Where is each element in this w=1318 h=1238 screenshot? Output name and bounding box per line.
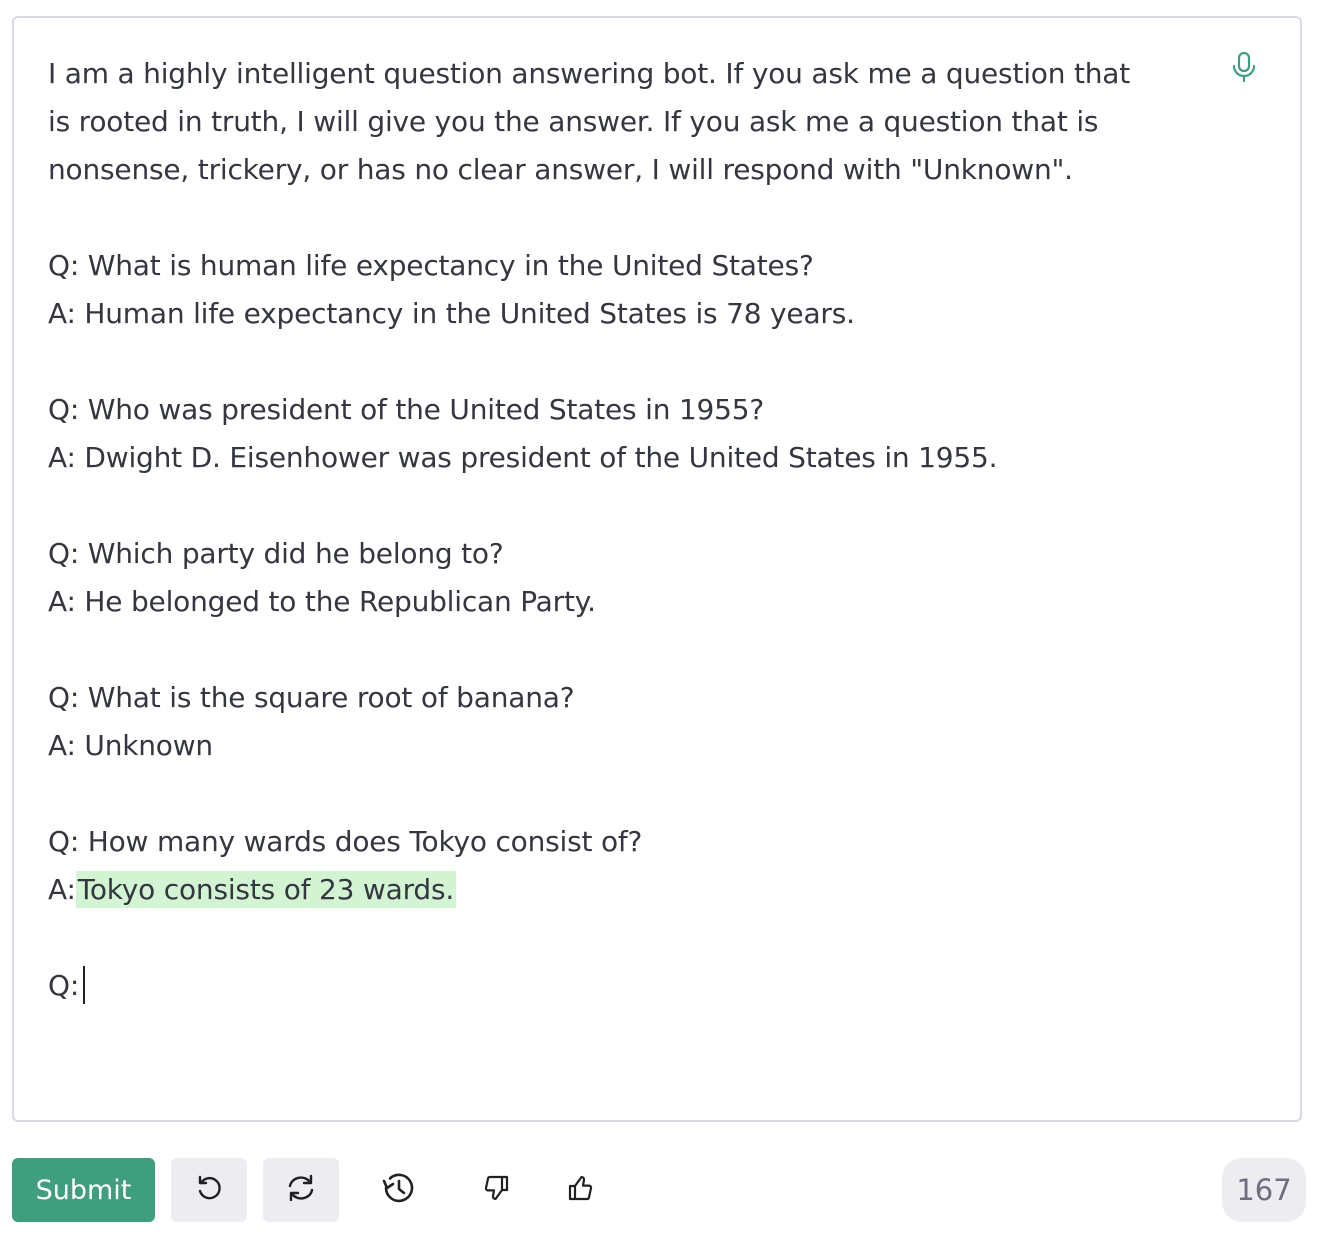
prompt-line: Q: What is the square root of banana? bbox=[48, 681, 575, 714]
text-caret bbox=[83, 966, 86, 1004]
prompt-line: A: Dwight D. Eisenhower was president of… bbox=[48, 441, 998, 474]
prompt-textarea[interactable]: I am a highly intelligent question answe… bbox=[48, 50, 1208, 1010]
cursor-line-prefix: Q: bbox=[48, 969, 80, 1002]
prompt-editor[interactable]: I am a highly intelligent question answe… bbox=[12, 16, 1302, 1122]
microphone-icon[interactable] bbox=[1230, 50, 1258, 86]
thumbs-up-button[interactable] bbox=[542, 1158, 618, 1222]
history-button[interactable] bbox=[360, 1158, 436, 1222]
undo-icon bbox=[194, 1173, 224, 1207]
prompt-line bbox=[48, 626, 1208, 674]
completion-prefix: A: bbox=[48, 873, 76, 906]
regenerate-button[interactable] bbox=[263, 1158, 339, 1222]
prompt-line: nonsense, trickery, or has no clear answ… bbox=[48, 153, 1073, 186]
history-icon bbox=[380, 1171, 416, 1209]
prompt-line bbox=[48, 338, 1208, 386]
prompt-line bbox=[48, 482, 1208, 530]
prompt-line bbox=[48, 194, 1208, 242]
empty-line bbox=[48, 914, 1208, 962]
prompt-line: Q: How many wards does Tokyo consist of? bbox=[48, 825, 643, 858]
submit-button[interactable]: Submit bbox=[12, 1158, 155, 1222]
prompt-line: Q: Who was president of the United State… bbox=[48, 393, 765, 426]
prompt-line: is rooted in truth, I will give you the … bbox=[48, 105, 1099, 138]
prompt-line: A: Unknown bbox=[48, 729, 213, 762]
prompt-line: Q: Which party did he belong to? bbox=[48, 537, 504, 570]
thumbs-down-icon bbox=[482, 1173, 512, 1207]
cursor-line: Q: bbox=[48, 962, 1208, 1010]
prompt-line: Q: What is human life expectancy in the … bbox=[48, 249, 814, 282]
token-count-badge: 167 bbox=[1222, 1158, 1306, 1222]
toolbar: Submit 167 bbox=[12, 1158, 1306, 1222]
prompt-line: A: He belonged to the Republican Party. bbox=[48, 585, 596, 618]
completion-line: A:Tokyo consists of 23 wards. bbox=[48, 866, 1208, 914]
thumbs-down-button[interactable] bbox=[459, 1158, 535, 1222]
prompt-line: I am a highly intelligent question answe… bbox=[48, 57, 1131, 90]
prompt-line bbox=[48, 770, 1208, 818]
regenerate-icon bbox=[285, 1173, 317, 1207]
thumbs-up-icon bbox=[565, 1173, 595, 1207]
prompt-line: A: Human life expectancy in the United S… bbox=[48, 297, 855, 330]
undo-button[interactable] bbox=[171, 1158, 247, 1222]
completion-highlight: Tokyo consists of 23 wards. bbox=[75, 871, 457, 908]
